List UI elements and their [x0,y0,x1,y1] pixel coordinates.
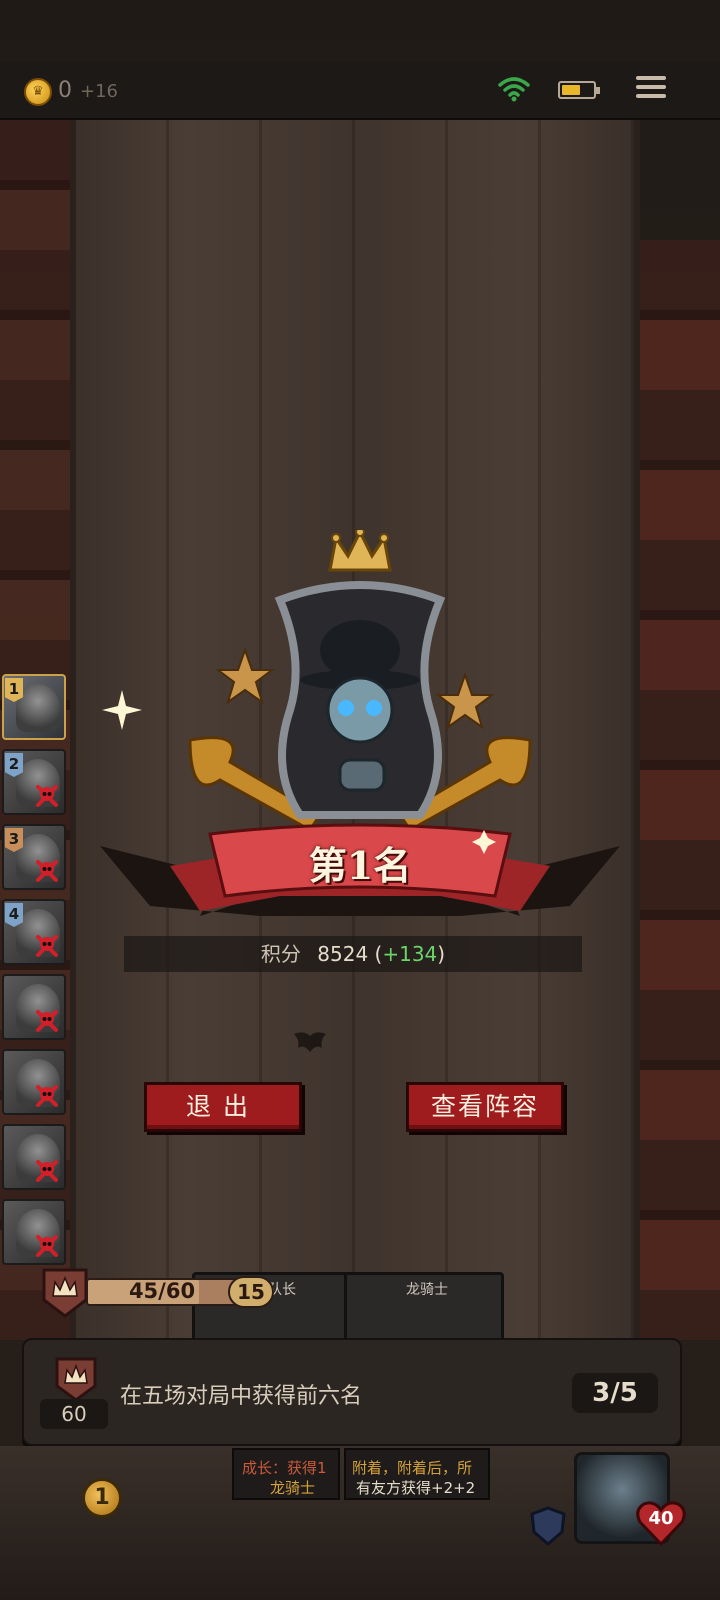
rank-entry[interactable] [2,974,66,1040]
menu-line-icon [636,85,666,89]
card-desc-line: 有友方获得+2+2 [356,1479,476,1497]
menu-line-icon [636,94,666,98]
quest-progress: 3/5 [572,1373,658,1413]
coin-value: 0 [58,78,72,103]
rank-badge: 1 [5,678,23,702]
rank-entry[interactable]: 1 [2,674,66,740]
rank-entry[interactable]: 4 [2,899,66,965]
card-title: 龙骑士 [406,1282,448,1298]
crown-shield-icon [42,1268,88,1318]
rank-entry[interactable] [2,1124,66,1190]
bat-icon [294,1032,326,1052]
skull-icon [36,860,58,882]
rank-entry[interactable] [2,1199,66,1265]
card-description-captain: 成长：获得1 龙骑士 [232,1448,340,1500]
crown-coin-icon: ♛ [24,78,52,106]
battery-fill [562,85,580,95]
battery-icon [558,81,600,99]
bookshelf-right [640,240,720,1340]
xp-text: 45/60 [128,1279,196,1303]
crown-icon [328,530,392,572]
rank-badge: 4 [5,903,23,927]
skull-icon [36,935,58,957]
menu-line-icon [636,76,666,80]
shield-icon [530,1506,566,1546]
quest-level: 60 [40,1399,108,1429]
ranking-list: 1 2 3 4 [2,674,68,1274]
score-row: 积分 8524 (+134) [124,936,582,972]
exit-button[interactable]: 退出 [144,1082,302,1132]
card-desc-line: 成长：获得1 [242,1459,327,1477]
hp-value: 40 [648,1508,674,1529]
sparkle-icon [102,690,142,730]
skull-icon [36,785,58,807]
coin-increment: +16 [80,81,118,102]
skull-icon [36,1085,58,1107]
place-title: 第1名 [308,843,412,888]
card-desc-line: 龙骑士 [270,1479,316,1497]
rank-entry[interactable]: 2 [2,749,66,815]
score-gain: +134 [382,942,438,966]
level-badge: 15 [228,1276,274,1308]
rank-badge: 2 [5,753,23,777]
star-right-icon [435,671,495,730]
rank-entry[interactable]: 3 [2,824,66,890]
skull-icon [36,1010,58,1032]
view-lineup-button[interactable]: 查看阵容 [406,1082,564,1132]
winner-crest [188,530,532,832]
rank-entry[interactable] [2,1049,66,1115]
paren-close: ) [437,942,446,966]
rank-badge: 3 [5,828,23,852]
quest-description: 在五场对局中获得前六名 [120,1384,363,1409]
card-desc-line: 附着，附着后，所 [352,1459,473,1477]
gold-coin-icon: 1 [82,1478,122,1518]
skull-icon [36,1160,58,1182]
star-left-icon [215,646,275,705]
wifi-icon [498,77,530,102]
score-value: 8524 [317,942,369,966]
score-label: 积分 [260,942,301,966]
skull-icon [36,1235,58,1257]
hero-face [326,676,394,744]
menu-button[interactable] [636,76,666,102]
crown-shield-icon [55,1357,97,1402]
card-description-dragon-knight: 附着，附着后，所 有友方获得+2+2 [344,1448,490,1500]
